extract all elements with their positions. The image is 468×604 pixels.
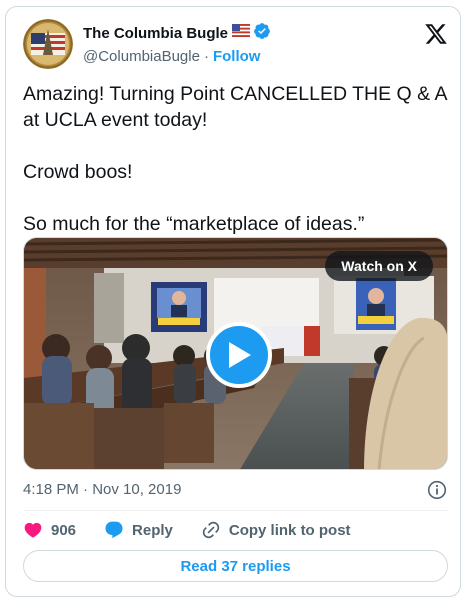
author-avatar[interactable] bbox=[23, 19, 73, 69]
read-replies-button[interactable]: Read 37 replies bbox=[23, 550, 448, 582]
tweet-paragraph: Crowd boos! bbox=[23, 161, 133, 183]
action-bar: 906 Reply Copy link to post bbox=[23, 520, 351, 540]
author-name[interactable]: The Columbia Bugle bbox=[83, 25, 228, 42]
copy-link-label: Copy link to post bbox=[228, 521, 351, 539]
follow-button[interactable]: Follow bbox=[213, 48, 261, 65]
link-icon bbox=[202, 521, 220, 539]
divider bbox=[23, 510, 448, 511]
reply-button[interactable]: Reply bbox=[104, 520, 173, 540]
heart-icon bbox=[24, 522, 42, 538]
video-thumbnail[interactable]: Watch on X bbox=[23, 237, 448, 470]
play-icon bbox=[229, 342, 251, 368]
like-count: 906 bbox=[51, 521, 77, 539]
tweet-paragraph: So much for the “marketplace of ideas.” bbox=[23, 213, 365, 235]
reply-bubble-icon bbox=[105, 521, 123, 539]
tweet-card: The Columbia Bugle @ColumbiaBugle · Foll… bbox=[5, 6, 461, 597]
like-button[interactable]: 906 bbox=[23, 520, 76, 540]
play-button[interactable] bbox=[206, 322, 272, 388]
reply-label: Reply bbox=[132, 521, 173, 539]
author-block: The Columbia Bugle @ColumbiaBugle · Foll… bbox=[83, 22, 271, 65]
copy-link-button[interactable]: Copy link to post bbox=[201, 520, 351, 540]
info-icon[interactable] bbox=[427, 480, 447, 500]
watch-on-x-button[interactable]: Watch on X bbox=[325, 251, 433, 281]
author-handle[interactable]: @ColumbiaBugle bbox=[83, 48, 200, 65]
x-logo-icon[interactable] bbox=[424, 22, 448, 46]
separator-dot: · bbox=[203, 48, 209, 65]
us-flag-icon bbox=[232, 24, 251, 42]
verified-badge-icon bbox=[253, 22, 271, 45]
timestamp[interactable]: 4:18 PM · Nov 10, 2019 bbox=[23, 481, 181, 498]
tweet-paragraph: Amazing! Turning Point CANCELLED THE Q &… bbox=[23, 83, 447, 131]
tweet-text: Amazing! Turning Point CANCELLED THE Q &… bbox=[23, 81, 453, 237]
